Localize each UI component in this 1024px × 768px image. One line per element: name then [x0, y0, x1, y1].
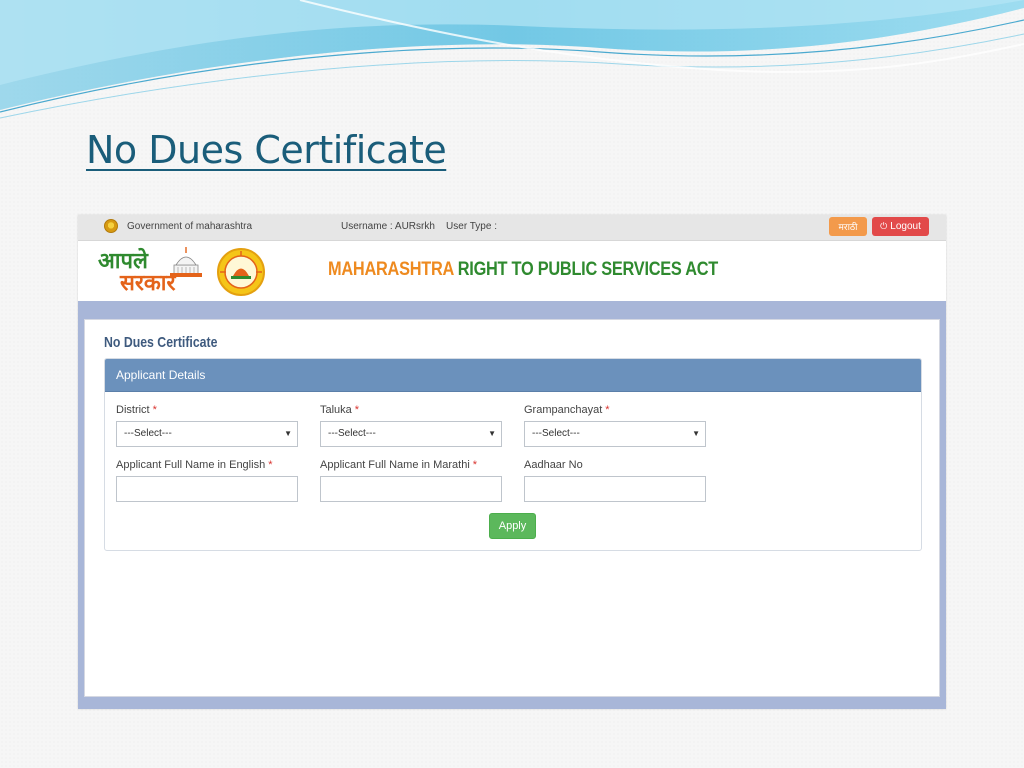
- seal-logo-icon: [217, 248, 265, 296]
- district-select[interactable]: ---Select--- ▼: [116, 421, 298, 447]
- taluka-select[interactable]: ---Select--- ▼: [320, 421, 502, 447]
- grampanchayat-selected-value: ---Select---: [532, 428, 580, 439]
- act-title-orange: MAHARASHTRA: [328, 259, 454, 280]
- panel-title: Applicant Details: [105, 359, 921, 392]
- emblem-icon: [104, 219, 118, 233]
- grampanchayat-select[interactable]: ---Select--- ▼: [524, 421, 706, 447]
- site-header: आपले सरकार MAHARASHTRA RIGHT TO PUBLIC S…: [78, 241, 946, 301]
- decorative-wave: [0, 0, 1024, 119]
- applicant-details-panel: Applicant Details District * Taluka * Gram…: [104, 358, 922, 551]
- government-label: Government of maharashtra: [127, 221, 253, 232]
- name-marathi-label: Applicant Full Name in Marathi *: [320, 459, 478, 471]
- required-marker: *: [152, 404, 157, 416]
- required-marker: *: [354, 404, 360, 416]
- district-label: District *: [116, 404, 157, 416]
- act-title: MAHARASHTRA RIGHT TO PUBLIC SERVICES ACT: [328, 259, 718, 281]
- taluka-label: Taluka *: [320, 404, 360, 416]
- required-marker: *: [605, 404, 610, 416]
- name-marathi-input[interactable]: [320, 476, 502, 502]
- slide-title: No Dues Certificate: [86, 128, 447, 172]
- aaple-sarkar-logo: आपले सरकार: [98, 251, 175, 295]
- app-screenshot: Government of maharashtra Username : AUR…: [78, 215, 946, 709]
- marathi-language-button[interactable]: मराठी: [829, 217, 867, 236]
- aadhaar-label: Aadhaar No: [524, 459, 583, 471]
- aadhaar-input[interactable]: [524, 476, 706, 502]
- grampanchayat-label: Grampanchayat *: [524, 404, 610, 416]
- form-heading: No Dues Certificate: [104, 334, 218, 351]
- name-english-input[interactable]: [116, 476, 298, 502]
- main-content: No Dues Certificate Applicant Details Di…: [84, 319, 940, 697]
- required-marker: *: [268, 459, 273, 471]
- dropdown-arrow-icon: ▼: [692, 429, 700, 438]
- logout-button[interactable]: ⏻ Logout: [872, 217, 929, 236]
- top-bar: Government of maharashtra Username : AUR…: [78, 215, 946, 241]
- user-info: Username : AURsrkh User Type :: [341, 221, 497, 232]
- district-selected-value: ---Select---: [124, 428, 172, 439]
- power-icon: ⏻: [880, 221, 888, 232]
- dome-icon: [170, 247, 202, 277]
- taluka-selected-value: ---Select---: [328, 428, 376, 439]
- logo-line-1: आपले: [98, 249, 148, 274]
- logout-label: Logout: [890, 221, 921, 232]
- required-marker: *: [472, 459, 478, 471]
- act-title-green: RIGHT TO PUBLIC SERVICES ACT: [457, 259, 719, 280]
- name-english-label: Applicant Full Name in English *: [116, 459, 273, 471]
- apply-button[interactable]: Apply: [489, 513, 536, 539]
- dropdown-arrow-icon: ▼: [284, 429, 292, 438]
- dropdown-arrow-icon: ▼: [488, 429, 496, 438]
